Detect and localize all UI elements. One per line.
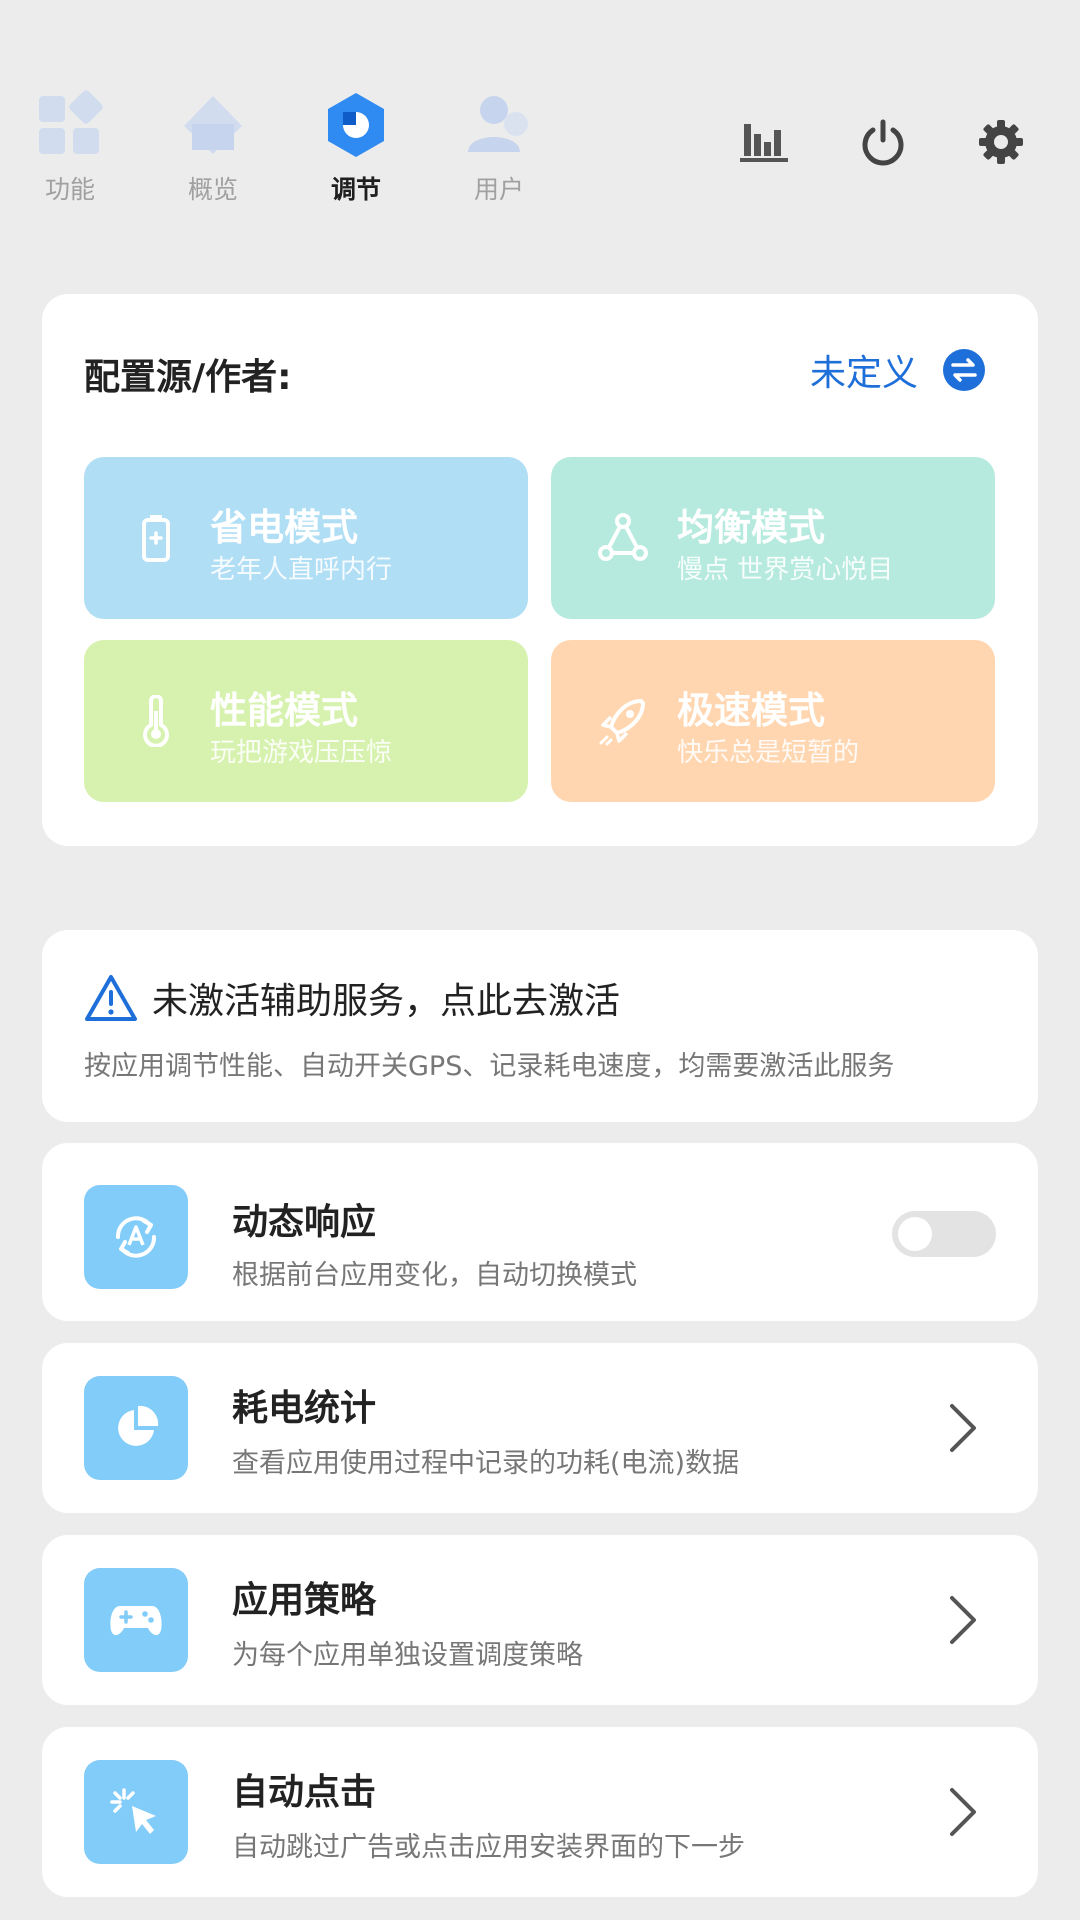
mode-balanced[interactable]: 均衡模式 慢点 世界赏心悦目 (551, 457, 995, 619)
feature-icon-box (84, 1760, 188, 1864)
tab-function[interactable]: 功能 (10, 90, 130, 206)
chevron-right-icon (950, 1788, 976, 1836)
power-button[interactable] (853, 112, 913, 172)
warning-icon (85, 975, 137, 1021)
app-strategy-card[interactable]: 应用策略 为每个应用单独设置调度策略 (42, 1535, 1038, 1705)
feature-title: 耗电统计 (232, 1388, 377, 1429)
cursor-click-icon (110, 1788, 156, 1834)
tab-function-label: 功能 (44, 175, 95, 204)
config-source-value: 未定义 (809, 353, 918, 394)
feature-title: 动态响应 (232, 1202, 377, 1243)
rocket-icon (599, 699, 645, 746)
gamepad-icon (110, 1606, 162, 1636)
battery-icon (142, 515, 170, 562)
overview-icon (184, 96, 242, 154)
settings-button[interactable] (971, 112, 1031, 172)
auto-switch-icon (115, 1216, 157, 1258)
mode-performance[interactable]: 性能模式 玩把游戏压压惊 (84, 640, 528, 802)
swap-icon (943, 349, 985, 391)
bar-chart-icon (740, 124, 788, 162)
thermometer-icon (143, 695, 169, 747)
tab-overview-label: 概览 (187, 175, 238, 204)
chevron-right-icon (950, 1404, 976, 1452)
feature-icon-box (84, 1568, 188, 1672)
grid-icon (39, 90, 103, 154)
feature-description: 自动跳过广告或点击应用安装界面的下一步 (232, 1832, 745, 1863)
stats-button[interactable] (735, 112, 795, 172)
feature-title: 应用策略 (232, 1580, 377, 1621)
tab-user[interactable]: 用户 (439, 90, 559, 206)
mode-name: 极速模式 (677, 689, 825, 732)
hexagon-icon (328, 93, 384, 157)
top-nav: 功能 概览 调节 用户 (0, 0, 1080, 240)
feature-icon-box (84, 1185, 188, 1289)
dynamic-response-card[interactable]: 动态响应 根据前台应用变化，自动切换模式 (42, 1143, 1038, 1321)
mode-name: 性能模式 (210, 689, 358, 732)
feature-description: 查看应用使用过程中记录的功耗(电流)数据 (232, 1448, 740, 1479)
warning-description: 按应用调节性能、自动开关GPS、记录耗电速度，均需要激活此服务 (84, 1051, 895, 1082)
config-source-selector[interactable]: 未定义 (810, 344, 986, 396)
tab-user-label: 用户 (473, 175, 524, 204)
mode-turbo[interactable]: 极速模式 快乐总是短暂的 (551, 640, 995, 802)
chevron-right-icon (950, 1596, 976, 1644)
tab-adjust-label: 调节 (330, 175, 381, 204)
power-stats-card[interactable]: 耗电统计 查看应用使用过程中记录的功耗(电流)数据 (42, 1343, 1038, 1513)
auto-click-card[interactable]: 自动点击 自动跳过广告或点击应用安装界面的下一步 (42, 1727, 1038, 1897)
accessibility-warning-card[interactable]: 未激活辅助服务，点此去激活 按应用调节性能、自动开关GPS、记录耗电速度，均需要… (42, 930, 1038, 1122)
mode-desc: 老年人直呼内行 (210, 555, 393, 585)
tab-adjust[interactable]: 调节 (296, 90, 416, 206)
tab-overview[interactable]: 概览 (153, 90, 273, 206)
power-icon (862, 119, 904, 166)
mode-power-save[interactable]: 省电模式 老年人直呼内行 (84, 457, 528, 619)
feature-description: 根据前台应用变化，自动切换模式 (232, 1260, 637, 1291)
dynamic-response-toggle[interactable] (892, 1211, 996, 1257)
mode-name: 均衡模式 (677, 506, 825, 549)
feature-description: 为每个应用单独设置调度策略 (232, 1640, 583, 1671)
warning-header: 未激活辅助服务，点此去激活 (84, 972, 620, 1024)
pie-chart-icon (118, 1405, 159, 1446)
mode-name: 省电模式 (210, 506, 358, 549)
config-card: 配置源/作者: 未定义 省电模式 老年人直呼内行 均衡模式 慢点 世界赏心悦目 … (42, 294, 1038, 846)
config-source-label: 配置源/作者: (84, 357, 292, 398)
gear-icon (979, 120, 1023, 164)
triangle-nodes-icon (598, 513, 648, 561)
feature-icon-box (84, 1376, 188, 1480)
user-icon (468, 96, 528, 152)
warning-title: 未激活辅助服务，点此去激活 (152, 981, 621, 1022)
toggle-knob (898, 1217, 932, 1251)
mode-desc: 玩把游戏压压惊 (210, 738, 393, 768)
mode-desc: 慢点 世界赏心悦目 (677, 555, 894, 585)
app-root: 功能 概览 调节 用户 配置源/作者: 未定义 省电模式 老年人直呼内行 均衡模… (0, 0, 1080, 1920)
feature-title: 自动点击 (232, 1772, 377, 1813)
mode-desc: 快乐总是短暂的 (677, 738, 860, 768)
